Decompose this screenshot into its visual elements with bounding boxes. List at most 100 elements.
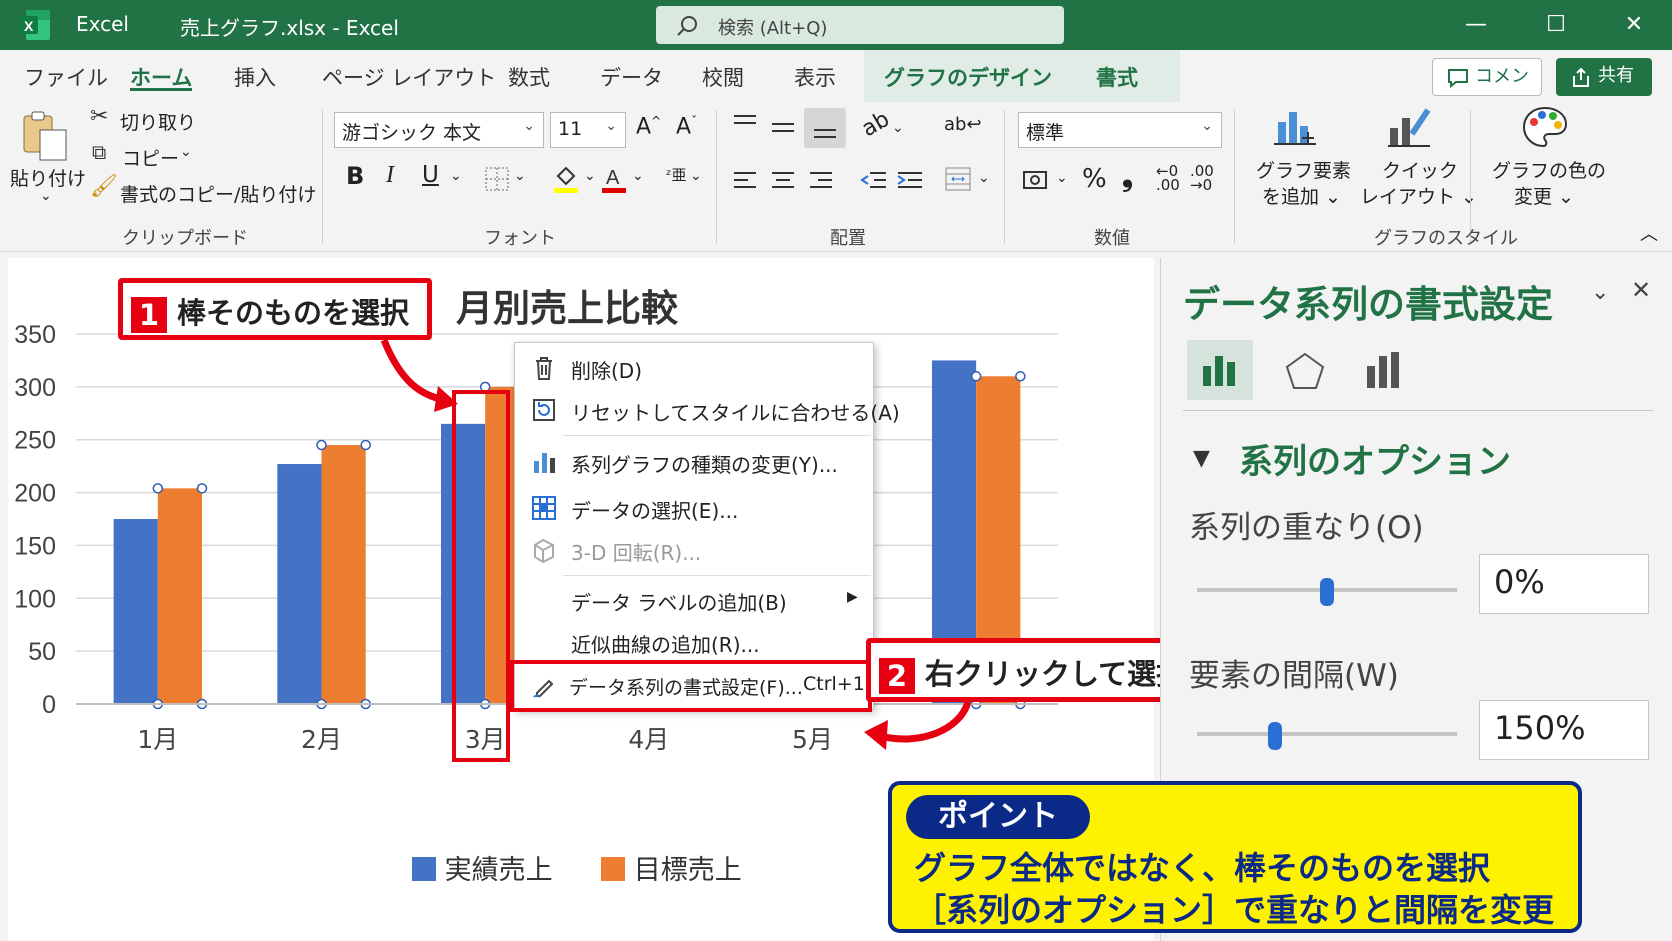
fill-line-pentagon-icon[interactable] — [1283, 350, 1327, 394]
bar-target[interactable] — [321, 445, 366, 704]
underline-chevron-icon[interactable]: ⌄ — [450, 168, 462, 184]
maximize-button[interactable]: ☐ — [1536, 8, 1576, 42]
tab-page-layout[interactable]: ページ レイアウト — [322, 62, 496, 92]
change-colors-label-2: 変更 ⌄ — [1514, 186, 1574, 208]
bar-target[interactable] — [157, 488, 203, 704]
comment-icon — [1448, 69, 1468, 88]
tab-insert[interactable]: 挿入 — [234, 62, 276, 92]
slider-thumb[interactable] — [1268, 722, 1282, 750]
menu-item-select-data[interactable]: データの選択(E)... — [515, 487, 873, 527]
series-options-bars-icon[interactable] — [1365, 350, 1405, 390]
y-tick-label: 250 — [14, 427, 56, 455]
menu-item-change-chart-type[interactable]: 系列グラフの種類の変更(Y)... — [515, 441, 873, 481]
menu-item-delete[interactable]: 削除(D) — [515, 347, 873, 387]
font-color-chevron-icon[interactable]: ⌄ — [632, 168, 644, 184]
series-options-tab[interactable] — [1187, 340, 1253, 400]
pane-close-icon[interactable]: ✕ — [1631, 276, 1651, 304]
align-right-icon[interactable] — [808, 170, 834, 194]
callout-step-1: 1 棒そのものを選択 — [118, 278, 432, 340]
search-input[interactable]: 検索 (Alt+Q) — [656, 6, 1064, 44]
phonetic-chevron-icon[interactable]: ⌄ — [690, 168, 702, 184]
merge-chevron-icon[interactable]: ⌄ — [978, 170, 990, 186]
menu-item-3d-rotation[interactable]: 3-D 回転(R)... — [515, 529, 873, 569]
cut-button[interactable]: 切り取り — [120, 108, 196, 135]
y-tick-label: 300 — [14, 374, 56, 402]
add-chart-element-button[interactable]: グラフ要素 を追加 ⌄ — [1244, 102, 1351, 214]
change-colors-button[interactable]: グラフの色の 変更 ⌄ — [1480, 102, 1610, 214]
copy-chevron-icon[interactable]: ⌄ — [180, 144, 192, 160]
paste-icon — [23, 111, 67, 161]
align-middle-icon[interactable] — [770, 120, 796, 140]
fill-color-chevron-icon[interactable]: ⌄ — [584, 168, 596, 184]
percent-button[interactable]: % — [1082, 164, 1107, 194]
copy-button[interactable]: コピー — [122, 144, 179, 171]
menu-label: 削除(D) — [571, 359, 643, 383]
grow-font-button[interactable]: A^ — [636, 114, 661, 139]
phonetic-guide-icon[interactable]: ᶻ亜 — [666, 164, 687, 185]
fill-color-icon[interactable] — [552, 162, 580, 194]
accounting-format-icon[interactable] — [1022, 168, 1052, 194]
chart-title[interactable]: 月別売上比較 — [456, 278, 678, 332]
wrap-text-icon[interactable]: ab↩ — [944, 114, 982, 135]
font-name-select[interactable]: 游ゴシック 本文 ⌄ — [334, 112, 544, 148]
align-left-icon[interactable] — [732, 170, 758, 194]
bar-chart-icon — [1203, 356, 1235, 386]
quick-layout-button[interactable]: クイック レイアウト ⌄ — [1356, 102, 1477, 214]
merge-center-icon[interactable] — [944, 166, 974, 194]
bold-button[interactable]: B — [346, 162, 364, 190]
menu-item-add-trendline[interactable]: 近似曲線の追加(R)... — [515, 621, 873, 661]
close-button[interactable]: ✕ — [1614, 8, 1654, 42]
bar-actual[interactable] — [277, 464, 322, 704]
minimize-button[interactable]: — — [1456, 8, 1496, 42]
align-center-icon[interactable] — [770, 170, 796, 194]
font-name-value: 游ゴシック 本文 — [342, 122, 482, 144]
format-painter-button[interactable]: 書式のコピー/貼り付け — [120, 180, 316, 207]
number-format-select[interactable]: 標準 ⌄ — [1018, 112, 1222, 148]
overlap-slider[interactable] — [1197, 578, 1457, 606]
x-tick-label: 1月 — [137, 725, 178, 754]
font-color-icon[interactable]: A — [600, 162, 628, 194]
increase-indent-icon[interactable] — [896, 170, 924, 194]
tab-data[interactable]: データ — [600, 62, 663, 92]
callout-step-1-text: 棒そのものを選択 — [177, 296, 410, 330]
gap-width-input[interactable]: 150% — [1479, 700, 1649, 760]
search-placeholder: 検索 (Alt+Q) — [718, 18, 828, 39]
selection-handle — [152, 483, 164, 494]
tab-format[interactable]: 書式 — [1096, 62, 1138, 92]
slider-thumb[interactable] — [1320, 578, 1334, 606]
border-chevron-icon[interactable]: ⌄ — [514, 168, 526, 184]
text-orientation-icon[interactable]: ab — [858, 107, 894, 142]
comma-button[interactable]: ❟ — [1122, 160, 1133, 194]
overlap-input[interactable]: 0% — [1479, 554, 1649, 614]
italic-button[interactable]: I — [386, 162, 394, 189]
chart-legend[interactable]: 実績売上 目標売上 — [412, 848, 742, 887]
tab-file[interactable]: ファイル — [24, 62, 108, 92]
border-icon[interactable] — [484, 166, 510, 192]
tab-formulas[interactable]: 数式 — [508, 62, 550, 92]
tab-view[interactable]: 表示 — [794, 62, 836, 92]
decrease-indent-icon[interactable] — [860, 170, 888, 194]
menu-item-add-data-labels[interactable]: データ ラベルの追加(B) ▶ — [515, 579, 873, 619]
section-collapse-icon[interactable]: ▼ — [1193, 446, 1210, 471]
pane-options-chevron-icon[interactable]: ⌄ — [1591, 280, 1609, 305]
paste-button[interactable]: 貼り付け ⌄ — [8, 106, 86, 216]
section-series-options[interactable]: 系列のオプション — [1239, 434, 1511, 483]
comment-button[interactable]: コメント — [1432, 58, 1542, 123]
tab-review[interactable]: 校閲 — [702, 62, 744, 92]
increase-decimal-icon[interactable]: ←0.00 — [1156, 164, 1180, 193]
align-bottom-button[interactable] — [804, 108, 846, 148]
decrease-decimal-icon[interactable]: .00 →0 — [1190, 164, 1214, 193]
share-button[interactable]: 共有 — [1556, 58, 1652, 96]
menu-item-reset-style[interactable]: リセットしてスタイルに合わせる(A) — [515, 389, 900, 429]
shrink-font-button[interactable]: Aˇ — [676, 114, 697, 139]
orientation-chevron-icon[interactable]: ⌄ — [892, 120, 904, 136]
accounting-chevron-icon[interactable]: ⌄ — [1056, 170, 1068, 186]
bar-actual[interactable] — [113, 519, 158, 704]
legend-label-target: 目標売上 — [633, 855, 742, 886]
align-top-icon[interactable] — [732, 114, 758, 134]
underline-button[interactable]: U — [422, 162, 439, 188]
font-size-select[interactable]: 11 ⌄ — [550, 112, 626, 148]
gap-width-slider[interactable] — [1197, 722, 1457, 750]
collapse-ribbon-icon[interactable]: ︿ — [1640, 220, 1658, 246]
tab-chart-design[interactable]: グラフのデザイン — [884, 62, 1052, 92]
